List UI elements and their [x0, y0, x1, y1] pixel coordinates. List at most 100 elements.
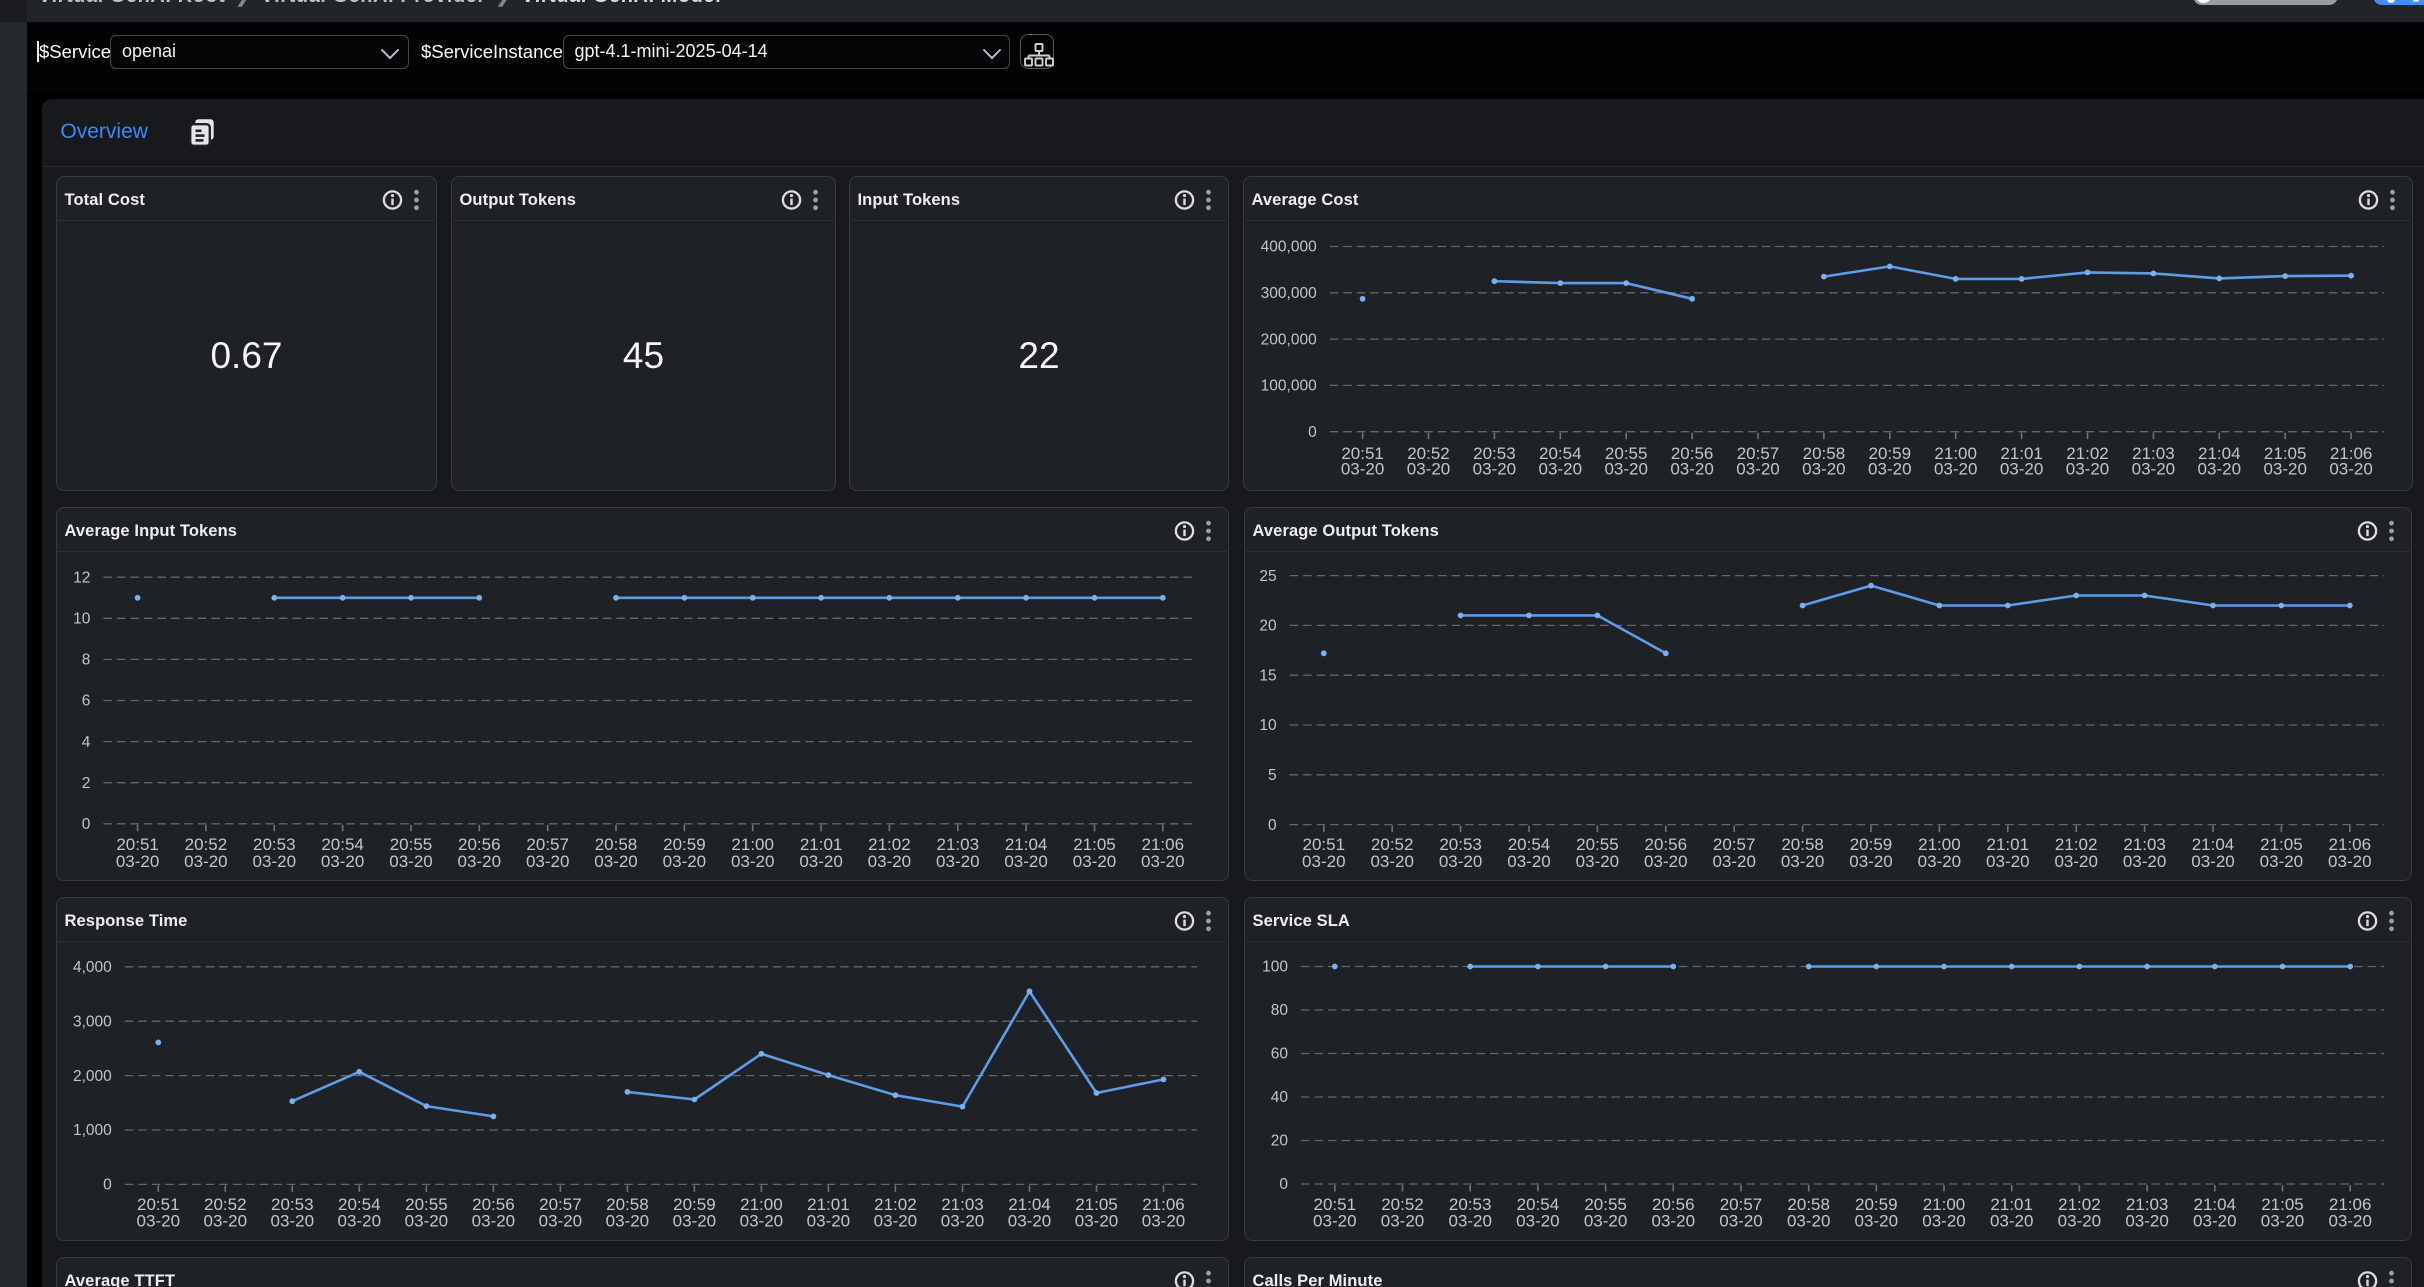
svg-text:03-20: 03-20 — [2329, 460, 2372, 479]
svg-text:15: 15 — [1259, 667, 1276, 684]
svg-text:03-20: 03-20 — [2058, 1211, 2101, 1230]
svg-text:03-20: 03-20 — [389, 852, 432, 871]
svg-text:03-20: 03-20 — [539, 1211, 582, 1230]
svg-text:03-20: 03-20 — [1407, 460, 1450, 479]
svg-text:80: 80 — [1271, 1002, 1289, 1019]
svg-text:03-20: 03-20 — [874, 1211, 917, 1230]
svg-text:12: 12 — [73, 569, 90, 586]
svg-text:60: 60 — [1271, 1046, 1289, 1063]
svg-text:03-20: 03-20 — [1313, 1211, 1356, 1230]
svg-text:03-20: 03-20 — [1644, 852, 1687, 871]
svg-text:03-20: 03-20 — [2132, 460, 2175, 479]
svg-text:4,000: 4,000 — [73, 959, 112, 976]
svg-text:100,000: 100,000 — [1261, 378, 1317, 395]
svg-text:03-20: 03-20 — [2193, 1211, 2236, 1230]
svg-text:300,000: 300,000 — [1261, 285, 1317, 302]
svg-text:03-20: 03-20 — [321, 852, 364, 871]
svg-text:03-20: 03-20 — [673, 1211, 716, 1230]
svg-text:03-20: 03-20 — [1986, 852, 2029, 871]
svg-text:03-20: 03-20 — [1934, 460, 1977, 479]
svg-text:03-20: 03-20 — [594, 852, 637, 871]
svg-text:03-20: 03-20 — [1439, 852, 1482, 871]
svg-text:03-20: 03-20 — [1868, 460, 1911, 479]
svg-text:03-20: 03-20 — [807, 1211, 850, 1230]
svg-text:03-20: 03-20 — [1381, 1211, 1424, 1230]
svg-text:3,000: 3,000 — [73, 1013, 112, 1030]
svg-text:03-20: 03-20 — [2263, 460, 2306, 479]
svg-text:03-20: 03-20 — [1073, 852, 1116, 871]
svg-text:03-20: 03-20 — [1787, 1211, 1830, 1230]
svg-text:6: 6 — [82, 693, 91, 710]
svg-text:03-20: 03-20 — [936, 852, 979, 871]
svg-text:03-20: 03-20 — [253, 852, 296, 871]
svg-text:03-20: 03-20 — [526, 852, 569, 871]
svg-text:03-20: 03-20 — [1141, 852, 1184, 871]
svg-text:03-20: 03-20 — [1849, 852, 1892, 871]
svg-text:03-20: 03-20 — [2328, 852, 2371, 871]
svg-text:03-20: 03-20 — [2191, 852, 2234, 871]
svg-text:03-20: 03-20 — [1736, 460, 1779, 479]
svg-text:03-20: 03-20 — [1670, 460, 1713, 479]
svg-text:03-20: 03-20 — [1142, 1211, 1185, 1230]
svg-text:03-20: 03-20 — [1341, 460, 1384, 479]
svg-text:03-20: 03-20 — [799, 852, 842, 871]
svg-text:03-20: 03-20 — [1719, 1211, 1762, 1230]
svg-text:4: 4 — [82, 734, 91, 751]
svg-text:03-20: 03-20 — [1004, 852, 1047, 871]
svg-text:03-20: 03-20 — [2261, 1211, 2304, 1230]
svg-text:1,000: 1,000 — [73, 1122, 112, 1139]
svg-text:03-20: 03-20 — [1516, 1211, 1559, 1230]
svg-text:25: 25 — [1259, 568, 1276, 585]
svg-text:03-20: 03-20 — [1918, 852, 1961, 871]
svg-text:03-20: 03-20 — [740, 1211, 783, 1230]
svg-text:03-20: 03-20 — [1370, 852, 1413, 871]
svg-text:0: 0 — [103, 1177, 112, 1194]
svg-text:03-20: 03-20 — [1584, 1211, 1627, 1230]
svg-text:03-20: 03-20 — [271, 1211, 314, 1230]
svg-text:03-20: 03-20 — [2125, 1211, 2168, 1230]
svg-text:10: 10 — [73, 611, 91, 628]
svg-text:03-20: 03-20 — [1448, 1211, 1491, 1230]
svg-text:03-20: 03-20 — [137, 1211, 180, 1230]
svg-text:03-20: 03-20 — [1604, 460, 1647, 479]
svg-text:400,000: 400,000 — [1261, 239, 1317, 256]
svg-text:2: 2 — [82, 775, 91, 792]
svg-text:03-20: 03-20 — [1990, 1211, 2033, 1230]
svg-text:03-20: 03-20 — [1802, 460, 1845, 479]
svg-text:03-20: 03-20 — [1075, 1211, 1118, 1230]
svg-text:03-20: 03-20 — [2054, 852, 2097, 871]
svg-text:03-20: 03-20 — [606, 1211, 649, 1230]
svg-text:03-20: 03-20 — [116, 852, 159, 871]
svg-text:03-20: 03-20 — [731, 852, 774, 871]
svg-text:03-20: 03-20 — [2066, 460, 2109, 479]
svg-text:40: 40 — [1271, 1089, 1289, 1106]
svg-text:5: 5 — [1268, 767, 1277, 784]
svg-text:03-20: 03-20 — [1781, 852, 1824, 871]
svg-text:0: 0 — [1268, 817, 1277, 834]
svg-text:03-20: 03-20 — [1473, 460, 1516, 479]
svg-text:03-20: 03-20 — [458, 852, 501, 871]
svg-text:2,000: 2,000 — [73, 1068, 112, 1085]
svg-text:03-20: 03-20 — [1652, 1211, 1695, 1230]
svg-text:03-20: 03-20 — [2198, 460, 2241, 479]
svg-text:03-20: 03-20 — [204, 1211, 247, 1230]
svg-text:03-20: 03-20 — [868, 852, 911, 871]
svg-text:03-20: 03-20 — [1922, 1211, 1965, 1230]
svg-text:100: 100 — [1262, 959, 1288, 976]
svg-text:03-20: 03-20 — [2123, 852, 2166, 871]
svg-text:0: 0 — [82, 816, 91, 833]
svg-text:20: 20 — [1271, 1133, 1289, 1150]
svg-text:03-20: 03-20 — [2000, 460, 2043, 479]
svg-text:03-20: 03-20 — [941, 1211, 984, 1230]
svg-text:03-20: 03-20 — [2328, 1211, 2371, 1230]
svg-text:03-20: 03-20 — [2260, 852, 2303, 871]
svg-text:20: 20 — [1259, 618, 1277, 635]
svg-text:03-20: 03-20 — [405, 1211, 448, 1230]
svg-text:03-20: 03-20 — [338, 1211, 381, 1230]
svg-text:03-20: 03-20 — [472, 1211, 515, 1230]
svg-text:03-20: 03-20 — [1302, 852, 1345, 871]
svg-text:03-20: 03-20 — [1507, 852, 1550, 871]
svg-text:03-20: 03-20 — [1855, 1211, 1898, 1230]
svg-text:03-20: 03-20 — [1008, 1211, 1051, 1230]
svg-text:03-20: 03-20 — [1576, 852, 1619, 871]
